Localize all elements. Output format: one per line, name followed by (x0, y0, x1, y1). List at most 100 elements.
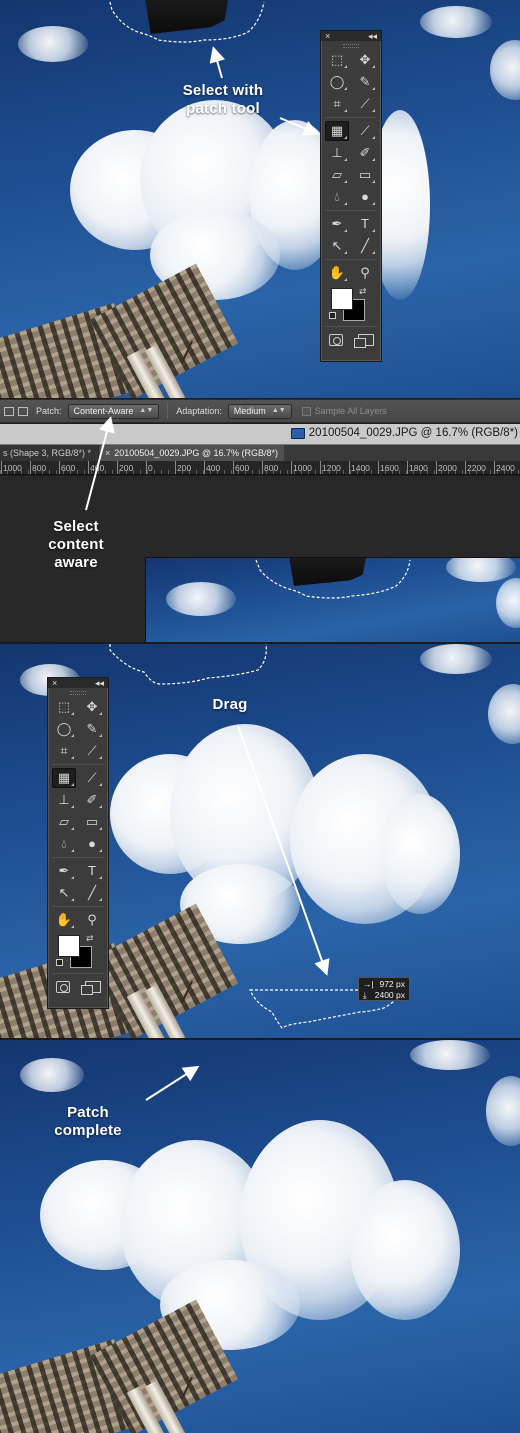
brush-tool-icon[interactable]: ⟋ (353, 121, 377, 141)
options-bar: Patch: Content-Aware ▲▼ Adaptation: Mediu… (0, 399, 520, 423)
cloud-small (446, 558, 516, 582)
brush-tool-icon[interactable]: ⟋ (80, 768, 104, 788)
eyedropper-tool-icon[interactable]: ⟋ (353, 94, 377, 114)
zoom-tool-icon[interactable]: ⚲ (353, 263, 377, 283)
screen-mode-icon[interactable] (80, 981, 101, 995)
line-tool-icon[interactable]: ╱ (353, 236, 377, 256)
separator (167, 403, 169, 419)
default-colors-icon[interactable] (329, 312, 336, 319)
move-tool-icon[interactable]: ✥ (353, 50, 377, 70)
gradient-tool-icon[interactable]: ▭ (80, 812, 104, 832)
document-canvas-inset (145, 557, 520, 642)
marquee-tool-icon[interactable]: ⬚ (52, 697, 76, 717)
document-icon (290, 427, 305, 439)
annotation-line: Patch (67, 1104, 109, 1121)
foreground-color-swatch[interactable] (331, 288, 353, 310)
sample-all-layers-checkbox[interactable] (301, 406, 311, 416)
close-icon[interactable]: × (325, 31, 330, 41)
annotation-select-with: Select with patch tool (168, 82, 278, 118)
selection-add-icon[interactable] (18, 406, 28, 416)
close-tab-icon[interactable]: × (105, 448, 110, 458)
type-tool-icon[interactable]: T (353, 214, 377, 234)
cloud-edge-right (488, 684, 520, 744)
patch-mode-value: Content-Aware (73, 406, 134, 416)
color-swatches[interactable]: ⇄ (48, 931, 108, 971)
ruler-label: 1000 (291, 461, 312, 474)
chevron-updown-icon: ▲▼ (271, 407, 286, 414)
foreground-color-swatch[interactable] (58, 935, 80, 957)
offset-x-icon: →| (363, 979, 374, 989)
line-tool-icon[interactable]: ╱ (80, 883, 104, 903)
building-bottom-left (0, 1040, 239, 1433)
lasso-tool-icon[interactable]: ◯ (52, 719, 76, 739)
ruler-label: 1000 (1, 461, 22, 474)
hand-tool-icon[interactable]: ✋ (325, 263, 349, 283)
blur-tool-icon[interactable]: 💧︎ (52, 834, 76, 854)
hand-tool-icon[interactable]: ✋ (52, 910, 76, 930)
main-cloud-part (350, 1180, 460, 1320)
clone-stamp-tool-icon[interactable]: ⊥ (52, 790, 76, 810)
quick-select-tool-icon[interactable]: ✎ (80, 719, 104, 739)
tools-titlebar[interactable]: × ◂◂ (321, 31, 381, 41)
adaptation-label: Adaptation: (176, 406, 222, 416)
eyedropper-tool-icon[interactable]: ⟋ (80, 741, 104, 761)
close-icon[interactable]: × (52, 678, 57, 688)
history-brush-tool-icon[interactable]: ✐ (80, 790, 104, 810)
swap-colors-icon[interactable]: ⇄ (359, 286, 367, 297)
marquee-tool-icon[interactable]: ⬚ (325, 50, 349, 70)
screen-mode-icon[interactable] (353, 334, 374, 348)
type-tool-icon[interactable]: T (80, 861, 104, 881)
grip-handle[interactable] (48, 688, 108, 696)
collapse-icon[interactable]: ◂◂ (368, 31, 377, 41)
tools-panel[interactable]: × ◂◂ ⬚ ✥ ◯ ✎ ⌗ ⟋ ▦ ⟋ ⊥ ✐ ▱ ▭ 💧︎ ● ✒ T ↖ ╱ ✋ ⚲ ⇄ (47, 677, 109, 1009)
tab-active-label: 20100504_0029.JPG @ 16.7% (RGB/8*) (114, 448, 279, 458)
zoom-tool-icon[interactable]: ⚲ (80, 910, 104, 930)
cloud-small-right (420, 6, 492, 38)
patch-tool-icon[interactable]: ▦ (325, 121, 349, 141)
dodge-tool-icon[interactable]: ● (80, 834, 104, 854)
adaptation-select[interactable]: Medium ▲▼ (227, 403, 292, 419)
patch-mode-select[interactable]: Content-Aware ▲▼ (67, 403, 160, 419)
clone-stamp-tool-icon[interactable]: ⊥ (325, 143, 349, 163)
gradient-tool-icon[interactable]: ▭ (353, 165, 377, 185)
move-tool-icon[interactable]: ✥ (80, 697, 104, 717)
ruler-label: 2400 (494, 461, 515, 474)
quick-mask-icon[interactable] (328, 334, 343, 346)
annotation-drag: Drag (212, 696, 248, 713)
dodge-tool-icon[interactable]: ● (353, 187, 377, 207)
color-swatches[interactable]: ⇄ (321, 284, 381, 324)
collapse-icon[interactable]: ◂◂ (95, 678, 104, 688)
swap-colors-icon[interactable]: ⇄ (86, 933, 94, 944)
separator (52, 906, 104, 907)
eraser-tool-icon[interactable]: ▱ (325, 165, 349, 185)
ruler-label: 1800 (407, 461, 428, 474)
crop-tool-icon[interactable]: ⌗ (325, 94, 349, 114)
eraser-tool-icon[interactable]: ▱ (52, 812, 76, 832)
offset-y-icon: ⤓ (363, 990, 367, 1000)
cloud-small (166, 582, 236, 616)
path-select-tool-icon[interactable]: ↖ (325, 236, 349, 256)
document-title-text: 20100504_0029.JPG @ 16.7% (RGB/8*) (308, 427, 518, 439)
path-select-tool-icon[interactable]: ↖ (52, 883, 76, 903)
annotation-patch-complete: Patch complete (44, 1104, 132, 1140)
pen-tool-icon[interactable]: ✒ (325, 214, 349, 234)
tab-active-document[interactable]: × 20100504_0029.JPG @ 16.7% (RGB/8*) (98, 445, 285, 461)
document-tabs: s (Shape 3, RGB/8*) * × 20100504_0029.JPG… (0, 445, 520, 461)
crop-tool-icon[interactable]: ⌗ (52, 741, 76, 761)
separator (325, 210, 377, 211)
default-colors-icon[interactable] (56, 959, 63, 966)
patch-tool-icon[interactable]: ▦ (52, 768, 76, 788)
tools-titlebar[interactable]: × ◂◂ (48, 678, 108, 688)
blur-tool-icon[interactable]: 💧︎ (325, 187, 349, 207)
selection-mode-icon[interactable] (4, 406, 14, 416)
separator (52, 973, 104, 974)
grip-handle[interactable] (321, 41, 381, 49)
quick-mask-icon[interactable] (55, 981, 70, 993)
tab-shape-3[interactable]: s (Shape 3, RGB/8*) * (0, 445, 98, 461)
pen-tool-icon[interactable]: ✒ (52, 861, 76, 881)
lasso-tool-icon[interactable]: ◯ (325, 72, 349, 92)
history-brush-tool-icon[interactable]: ✐ (353, 143, 377, 163)
tools-panel[interactable]: × ◂◂ ⬚ ✥ ◯ ✎ ⌗ ⟋ ▦ ⟋ ⊥ ✐ ▱ ▭ 💧︎ ● ✒ T ↖ ╱ ✋ ⚲ ⇄ (320, 30, 382, 362)
ruler-label: 2200 (465, 461, 486, 474)
quick-select-tool-icon[interactable]: ✎ (353, 72, 377, 92)
